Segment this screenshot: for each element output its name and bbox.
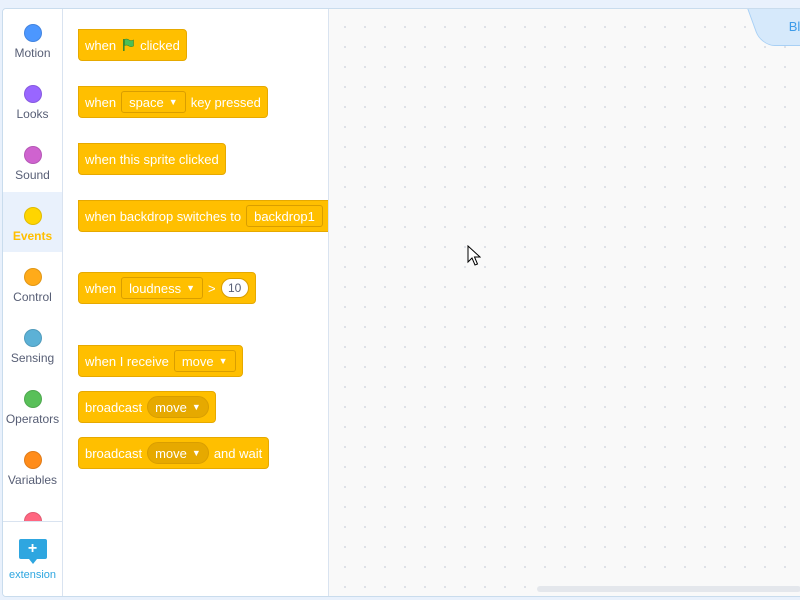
category-menu: Motion Looks Sound Events Control Sensin… xyxy=(3,9,63,596)
horizontal-scrollbar[interactable] xyxy=(537,586,800,592)
dropdown-caret-icon: ▼ xyxy=(168,97,178,107)
category-sound[interactable]: Sound xyxy=(3,131,62,191)
category-label: Motion xyxy=(14,46,51,60)
when-flag-clicked-block[interactable]: when clicked xyxy=(78,15,187,61)
motion-color-icon xyxy=(23,24,42,42)
block-palette: when clicked when space ▼ key pressed whe… xyxy=(63,9,329,596)
category-label: Looks xyxy=(16,107,49,121)
category-motion[interactable]: Motion xyxy=(3,9,62,69)
dropdown-value: space xyxy=(129,94,164,110)
block-text: broadcast xyxy=(85,445,143,461)
editor-frame: Motion Looks Sound Events Control Sensin… xyxy=(2,8,800,597)
broadcast-block[interactable]: broadcast move ▼ xyxy=(78,391,216,423)
dropdown-value: loudness xyxy=(129,280,182,296)
broadcast-and-wait-block[interactable]: broadcast move ▼ and wait xyxy=(78,437,270,469)
block-text: key pressed xyxy=(190,94,261,110)
category-sensing[interactable]: Sensing xyxy=(3,314,62,374)
dropdown-value: move xyxy=(181,353,214,369)
category-label: Sound xyxy=(15,168,50,182)
dropdown-caret-icon: ▼ xyxy=(186,283,196,293)
variables-color-icon xyxy=(23,451,42,469)
category-label: Sensing xyxy=(10,351,55,365)
block-text: when backdrop switches to xyxy=(85,208,242,224)
when-i-receive-block[interactable]: when I receive move ▼ xyxy=(78,331,243,377)
backdrop-dropdown[interactable]: backdrop1 xyxy=(246,205,323,227)
code-workspace[interactable]: Blo xyxy=(329,9,800,596)
operators-color-icon xyxy=(23,390,42,408)
broadcast-wait-message-dropdown[interactable]: move ▼ xyxy=(147,442,209,464)
sensing-color-icon xyxy=(23,329,42,347)
when-loudness-block[interactable]: when loudness ▼ > 10 xyxy=(78,272,256,304)
block-text: when xyxy=(85,37,117,53)
sensor-dropdown[interactable]: loudness ▼ xyxy=(121,277,204,299)
when-key-pressed-block[interactable]: when space ▼ key pressed xyxy=(78,72,268,118)
category-label: Variables xyxy=(7,473,58,487)
category-control[interactable]: Control xyxy=(3,253,62,313)
when-sprite-clicked-block[interactable]: when this sprite clicked xyxy=(78,129,226,175)
broadcast-message-dropdown[interactable]: move ▼ xyxy=(147,396,209,418)
block-text: when I receive xyxy=(85,353,169,369)
dropdown-caret-icon: ▼ xyxy=(218,356,228,366)
block-text: clicked xyxy=(140,37,180,53)
operator-text: > xyxy=(208,280,216,296)
dropdown-value: move xyxy=(155,399,187,415)
dropdown-caret-icon: ▼ xyxy=(191,448,201,458)
looks-color-icon xyxy=(23,85,42,103)
category-label: Control xyxy=(13,290,52,304)
extension-label: extension xyxy=(8,569,57,581)
block-text: when xyxy=(85,94,117,110)
sound-color-icon xyxy=(23,146,42,164)
green-flag-icon xyxy=(123,38,134,51)
blocks-tab-label: Blo xyxy=(788,19,800,34)
when-backdrop-switches-block[interactable]: when backdrop switches to backdrop1 xyxy=(78,186,328,232)
block-text: when xyxy=(85,280,117,296)
category-label: Events xyxy=(12,229,53,243)
category-operators[interactable]: Operators xyxy=(3,375,62,435)
category-looks[interactable]: Looks xyxy=(3,70,62,130)
loudness-value-input[interactable]: 10 xyxy=(220,278,249,298)
blocks-tab[interactable]: Blo xyxy=(747,9,800,46)
category-label: Operators xyxy=(5,412,60,426)
dropdown-value: backdrop1 xyxy=(254,208,315,224)
extension-button[interactable]: + extension xyxy=(3,521,62,596)
category-events[interactable]: Events xyxy=(3,192,62,252)
dropdown-caret-icon: ▼ xyxy=(191,402,201,412)
control-color-icon xyxy=(23,268,42,286)
key-dropdown[interactable]: space ▼ xyxy=(121,91,186,113)
mouse-pointer-icon xyxy=(467,245,481,266)
events-color-icon xyxy=(23,207,42,225)
block-text: when this sprite clicked xyxy=(85,151,219,167)
dropdown-value: move xyxy=(155,445,187,461)
block-text: broadcast xyxy=(85,399,143,415)
block-text: and wait xyxy=(213,445,263,461)
category-variables[interactable]: Variables xyxy=(3,436,62,496)
add-extension-icon: + xyxy=(18,539,47,564)
message-dropdown[interactable]: move ▼ xyxy=(173,350,236,372)
